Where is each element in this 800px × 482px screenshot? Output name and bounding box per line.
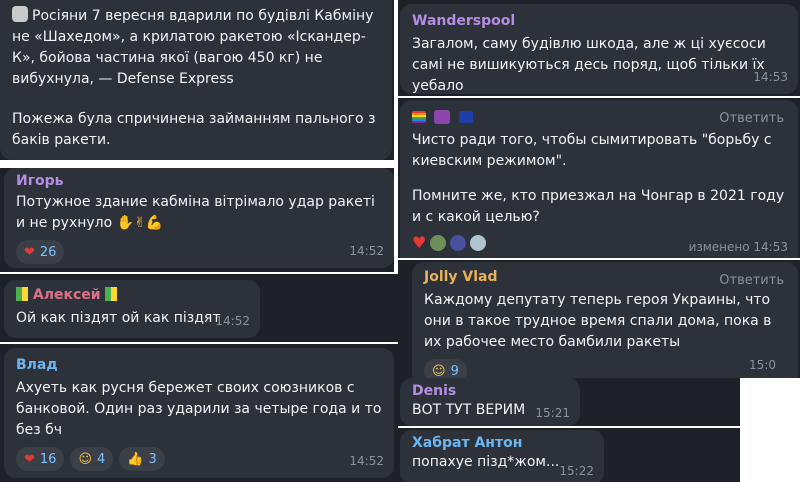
panel-msg1: Росіяни 7 вересня вдарили по будівлі Каб… xyxy=(0,0,394,160)
grinning-face-icon: ☺ xyxy=(432,363,446,379)
panel-msg4: Игорь Потужное здание кабміна вітрімало … xyxy=(0,168,394,272)
panel-msg8: Denis ВОТ ТУТ ВЕРИМ 15:21 xyxy=(398,378,740,426)
reaction-pill[interactable]: ❤ 16 xyxy=(16,447,65,471)
reply-button[interactable]: Ответить xyxy=(719,108,784,129)
panel-msg5: Алексей Ой как піздят ой как піздят 14:5… xyxy=(0,274,398,342)
crescent-icon xyxy=(434,110,451,124)
message-bubble[interactable]: Хабрат Антон попахуе пізд*жом... 15:22 xyxy=(400,430,604,482)
message-time: 14:52 xyxy=(349,454,384,468)
message-text-2: Помните же, кто приезжал на Чонгар в 202… xyxy=(412,188,785,225)
rainbow-flag-icon xyxy=(412,111,426,123)
middle-finger-icon: ✋ xyxy=(116,215,135,231)
message-bubble[interactable]: Ответить Чисто ради того, чтобы сымитиро… xyxy=(400,100,798,258)
message-text: Чисто ради того, чтобы сымитировать "бор… xyxy=(412,132,772,169)
message-bubble[interactable]: Алексей Ой как піздят ой как піздят 14:5… xyxy=(4,280,260,338)
beginner-icon xyxy=(16,287,28,301)
reaction-pill[interactable]: ☺ 4 xyxy=(70,447,114,471)
author-name[interactable]: Игорь xyxy=(16,172,382,190)
message-time: 14:52 xyxy=(349,244,384,258)
reaction-row: ❤ 26 xyxy=(16,240,382,264)
panel-msg6: Влад Ахуеть как русня бережет своих союз… xyxy=(0,344,398,482)
message-text: Потужное здание кабміна вітрімало удар р… xyxy=(16,194,375,231)
message-time: 15:0 xyxy=(749,358,776,372)
author-name[interactable]: Влад xyxy=(16,356,382,374)
heart-icon[interactable]: ♥ xyxy=(412,232,426,253)
message-text: Ахуеть как русня бережет своих союзников… xyxy=(16,380,382,438)
author-name[interactable]: Wanderspool xyxy=(412,12,786,30)
message-time: 14:52 xyxy=(215,314,250,328)
message-bubble[interactable]: Denis ВОТ ТУТ ВЕРИМ 15:21 xyxy=(400,378,580,426)
author-name[interactable]: Denis xyxy=(412,382,568,400)
reaction-pill[interactable]: ☺ 9 xyxy=(424,359,467,378)
reply-button[interactable]: Ответить xyxy=(719,270,784,291)
thumbs-up-icon: 👍 xyxy=(127,451,144,467)
panel-msg7: Jolly Vlad Ответить Каждому депутату теп… xyxy=(398,260,800,378)
message-bubble[interactable]: Jolly Vlad Ответить Каждому депутату теп… xyxy=(412,262,798,378)
message-time: 15:21 xyxy=(535,406,570,420)
reaction-pill[interactable]: ❤ 26 xyxy=(16,240,65,264)
reaction-row: ☺ 9 xyxy=(424,359,786,378)
grinning-face-icon: ☺ xyxy=(78,451,93,467)
message-text: Каждому депутату теперь героя Украины, ч… xyxy=(424,292,772,350)
flexed-biceps-icon: 💪 xyxy=(145,215,164,231)
heart-icon: ❤ xyxy=(24,451,35,467)
author-name[interactable]: Хабрат Антон xyxy=(412,434,592,452)
message-bubble[interactable]: Влад Ахуеть как русня бережет своих союз… xyxy=(4,348,394,478)
message-time: 14:53 xyxy=(753,70,788,84)
face-emoji-icon xyxy=(12,6,28,22)
reaction-pill[interactable]: 👍 3 xyxy=(119,447,165,471)
heart-icon: ❤ xyxy=(24,244,35,260)
reactor-avatar xyxy=(470,234,487,251)
reactor-avatar xyxy=(450,234,467,251)
message-time: 15:22 xyxy=(559,464,594,478)
panel-msg3: Ответить Чисто ради того, чтобы сымитиро… xyxy=(398,98,800,258)
beginner-icon xyxy=(105,287,118,301)
reaction-row: ❤ 16 ☺ 4 👍 3 xyxy=(16,447,382,471)
message-text-2: Пожежа була спричинена займанням пальног… xyxy=(12,111,376,148)
author-name[interactable]: Алексей xyxy=(16,286,248,304)
panel-msg9: Хабрат Антон попахуе пізд*жом... 15:22 xyxy=(398,428,740,482)
message-bubble[interactable]: Wanderspool Загалом, саму будівлю шкода,… xyxy=(400,4,798,94)
victory-hand-icon: ✌ xyxy=(134,215,146,231)
reactor-avatar xyxy=(430,234,447,251)
message-time: изменено 14:53 xyxy=(688,240,788,254)
eu-flag-icon xyxy=(458,111,473,123)
panel-msg2: Wanderspool Загалом, саму будівлю шкода,… xyxy=(398,0,800,96)
message-text: Ой как піздят ой как піздят xyxy=(16,310,221,326)
message-text: Росіяни 7 вересня вдарили по будівлі Каб… xyxy=(12,6,374,87)
message-bubble[interactable]: Игорь Потужное здание кабміна вітрімало … xyxy=(4,168,394,268)
message-bubble[interactable]: Росіяни 7 вересня вдарили по будівлі Каб… xyxy=(0,0,392,160)
message-text: Загалом, саму будівлю шкода, але ж ці ху… xyxy=(412,36,766,94)
